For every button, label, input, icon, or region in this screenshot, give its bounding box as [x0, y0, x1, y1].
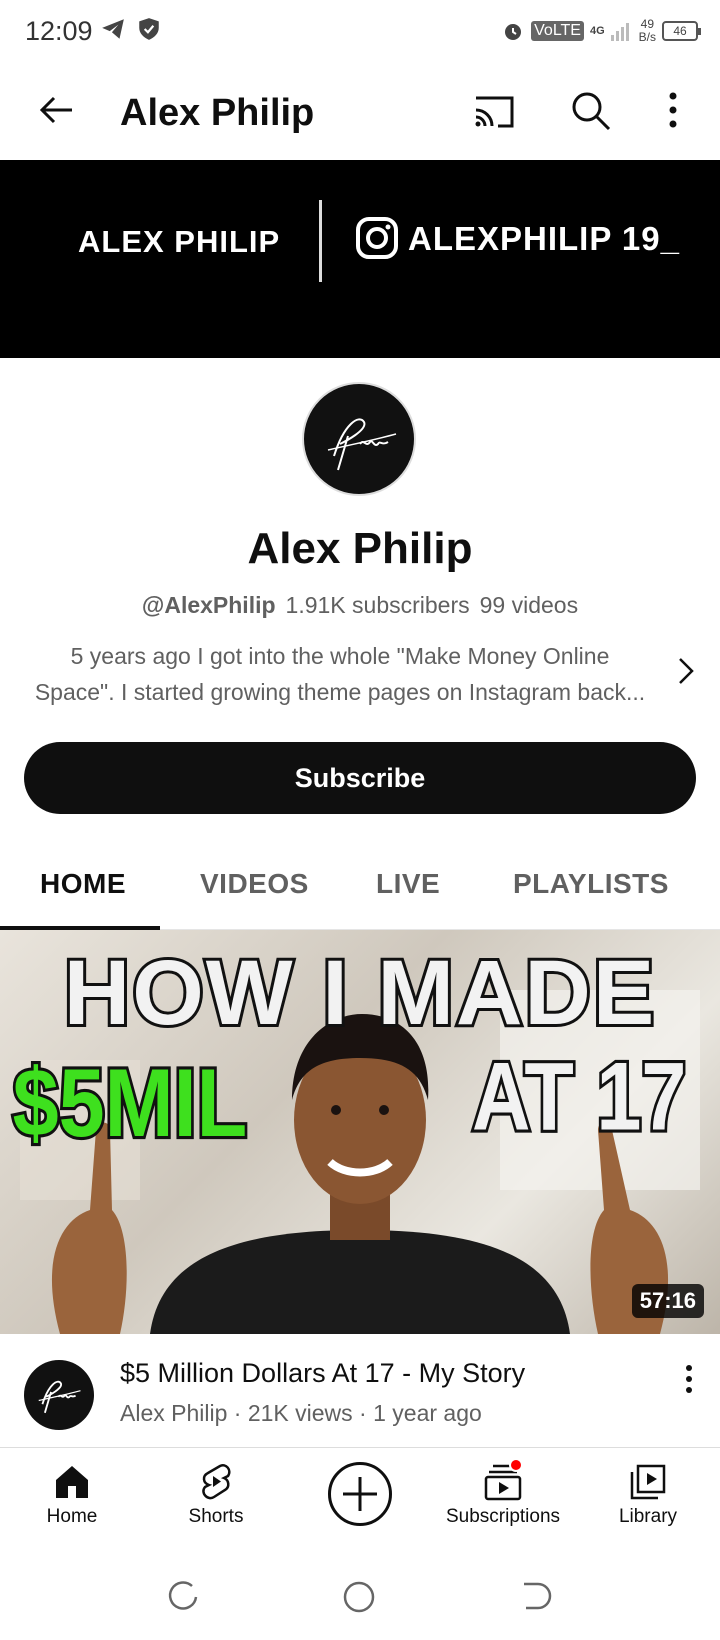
tab-home[interactable]: HOME [40, 868, 126, 900]
channel-tabs: HOME VIDEOS LIVE PLAYLISTS [0, 840, 720, 930]
description-line-2: Space". I started growing theme pages on… [34, 679, 646, 705]
library-icon [630, 1464, 666, 1500]
video-more-icon[interactable] [684, 1364, 694, 1394]
alarm-icon [505, 24, 522, 40]
channel-meta: @AlexPhilip 1.91K subscribers 99 videos [0, 592, 720, 619]
nav-home-label: Home [46, 1506, 98, 1527]
nav-library-label: Library [618, 1506, 678, 1527]
status-right-icons: VoLTE 4G 49 B/s 46 [501, 17, 701, 44]
video-title[interactable]: $5 Million Dollars At 17 - My Story [120, 1358, 525, 1389]
channel-handle: @AlexPhilip [141, 592, 276, 618]
search-icon[interactable] [570, 90, 612, 132]
subscribe-button[interactable]: Subscribe [24, 742, 696, 814]
nav-subscriptions[interactable]: Subscriptions [433, 1458, 573, 1528]
thumbnail-headline: HOW I MADE [64, 942, 656, 1044]
home-button-icon[interactable] [342, 1580, 376, 1614]
plus-icon [343, 1477, 377, 1511]
instagram-icon [356, 217, 398, 259]
video-duration: 57:16 [631, 1284, 704, 1318]
channel-avatar[interactable] [302, 382, 416, 496]
battery-indicator: 46 [662, 21, 701, 41]
banner-divider [319, 200, 322, 282]
status-time: 12:09 [25, 16, 93, 46]
telegram-icon [102, 19, 124, 39]
recents-icon[interactable] [166, 1580, 200, 1614]
banner-name: ALEX PHILIP [78, 224, 281, 259]
shield-icon [139, 18, 159, 40]
nav-shorts[interactable]: Shorts [146, 1462, 286, 1528]
status-left-icons [100, 16, 162, 42]
notification-dot [509, 1458, 523, 1472]
nav-subscriptions-label: Subscriptions [445, 1506, 561, 1527]
signature-logo [327, 418, 397, 471]
top-app-bar: Alex Philip [0, 68, 720, 160]
thumbnail-money: $5MIL [13, 1050, 248, 1157]
channel-name: Alex Philip [247, 524, 473, 573]
network-speed: 49 B/s [638, 17, 656, 44]
home-icon [56, 1466, 88, 1498]
volte-badge: VoLTE [531, 21, 584, 41]
tab-playlists[interactable]: PLAYLISTS [513, 868, 669, 900]
video-meta: Alex Philip · 21K views · 1 year ago [120, 1400, 482, 1426]
thumbnail-art: HOW I MADE $5MIL AT 17 [10, 939, 700, 1334]
video-count: 99 videos [479, 592, 579, 618]
shorts-icon [202, 1464, 231, 1500]
channel-banner: ALEX PHILIP ALEXPHILIP 19_ [0, 160, 720, 358]
tab-videos[interactable]: VIDEOS [200, 868, 309, 900]
video-thumbnail[interactable]: HOW I MADE $5MIL AT 17 57:16 [0, 930, 720, 1334]
banner-instagram-handle: ALEXPHILIP 19_ [408, 220, 680, 257]
video-channel-avatar[interactable] [24, 1360, 94, 1430]
channel-description[interactable]: 5 years ago I got into the whole "Make M… [20, 638, 660, 710]
create-button[interactable] [328, 1462, 392, 1526]
chevron-right-icon[interactable] [676, 656, 696, 686]
nav-library[interactable]: Library [578, 1462, 718, 1528]
bottom-navigation: Home Shorts Subscriptions Library [0, 1448, 720, 1558]
subscriber-count: 1.91K subscribers [285, 592, 470, 618]
system-navigation-bar [0, 1558, 720, 1640]
page-title: Alex Philip [120, 92, 315, 134]
description-line-1: 5 years ago I got into the whole "Make M… [70, 643, 610, 669]
back-arrow-icon[interactable] [36, 90, 76, 130]
network-type: 4G [589, 25, 605, 37]
signal-icon [610, 23, 629, 41]
nav-shorts-label: Shorts [188, 1506, 244, 1527]
status-bar: 12:09 VoLTE 4G 49 B/s 46 [0, 0, 720, 68]
cast-icon[interactable] [472, 92, 516, 132]
thumbnail-age: AT 17 [472, 1042, 686, 1150]
tab-live[interactable]: LIVE [376, 868, 440, 900]
back-button-icon[interactable] [518, 1580, 552, 1614]
more-options-icon[interactable] [666, 90, 680, 130]
signature-logo-small [38, 1380, 81, 1414]
nav-home[interactable]: Home [2, 1462, 142, 1528]
video-info-row[interactable]: $5 Million Dollars At 17 - My Story Alex… [0, 1334, 720, 1448]
